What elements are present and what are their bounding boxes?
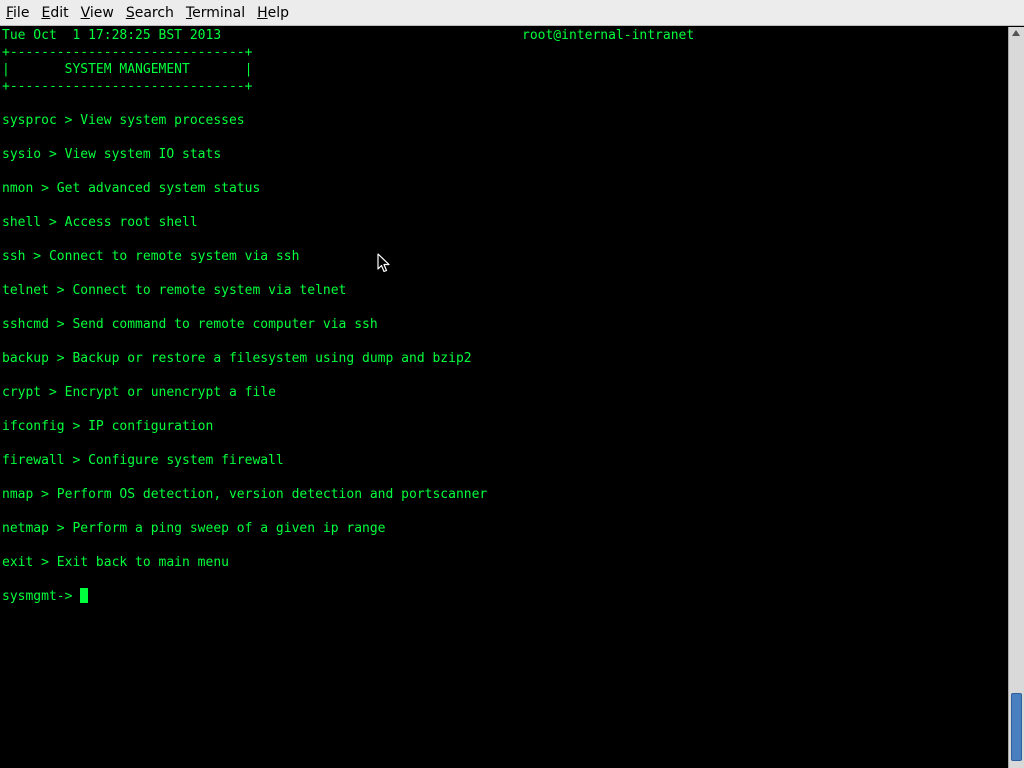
menu-option-nmon: nmon > Get advanced system status — [2, 181, 261, 196]
menu-option-telnet: telnet > Connect to remote system via te… — [2, 283, 347, 298]
menu-view[interactable]: View — [77, 2, 120, 24]
menu-option-sysio: sysio > View system IO stats — [2, 147, 222, 162]
text-cursor — [80, 588, 89, 603]
command-prompt-line[interactable]: sysmgmt-> — [2, 588, 89, 605]
scrollbar-thumb[interactable] — [1011, 693, 1022, 761]
terminal-window: File Edit View Search Terminal Help Tue … — [0, 0, 1024, 768]
menu-option-netmap: netmap > Perform a ping sweep of a given… — [2, 521, 386, 536]
menu-option-ifconfig: ifconfig > IP configuration — [2, 419, 214, 434]
menu-option-shell: shell > Access root shell — [2, 215, 198, 230]
menu-option-ssh: ssh > Connect to remote system via ssh — [2, 249, 300, 264]
menu-bar: File Edit View Search Terminal Help — [0, 0, 1024, 26]
header-host: root@internal-intranet — [522, 28, 695, 43]
menu-option-sysproc: sysproc > View system processes — [2, 113, 245, 128]
menu-option-nmap: nmap > Perform OS detection, version det… — [2, 487, 488, 502]
vertical-scrollbar[interactable] — [1008, 27, 1024, 768]
box-title: | SYSTEM MANGEMENT | — [2, 62, 253, 77]
menu-terminal[interactable]: Terminal — [182, 2, 251, 24]
menu-option-exit: exit > Exit back to main menu — [2, 555, 229, 570]
header-date: Tue Oct 1 17:28:25 BST 2013 — [2, 28, 222, 43]
menu-search[interactable]: Search — [122, 2, 180, 24]
menu-option-backup: backup > Backup or restore a filesystem … — [2, 351, 472, 366]
menu-help[interactable]: Help — [253, 2, 295, 24]
box-bottom-border: +------------------------------+ — [2, 79, 253, 94]
mouse-pointer-icon — [377, 253, 390, 273]
menu-option-crypt: crypt > Encrypt or unencrypt a file — [2, 385, 276, 400]
arrow-up-icon[interactable] — [1012, 30, 1020, 36]
menu-option-sshcmd: sshcmd > Send command to remote computer… — [2, 317, 378, 332]
command-prompt: sysmgmt-> — [2, 589, 81, 604]
box-top-border: +------------------------------+ — [2, 45, 253, 60]
menu-file[interactable]: File — [2, 2, 35, 24]
menu-edit[interactable]: Edit — [37, 2, 74, 24]
terminal-area[interactable]: Tue Oct 1 17:28:25 BST 2013 root@interna… — [0, 27, 1008, 768]
menu-option-firewall: firewall > Configure system firewall — [2, 453, 284, 468]
